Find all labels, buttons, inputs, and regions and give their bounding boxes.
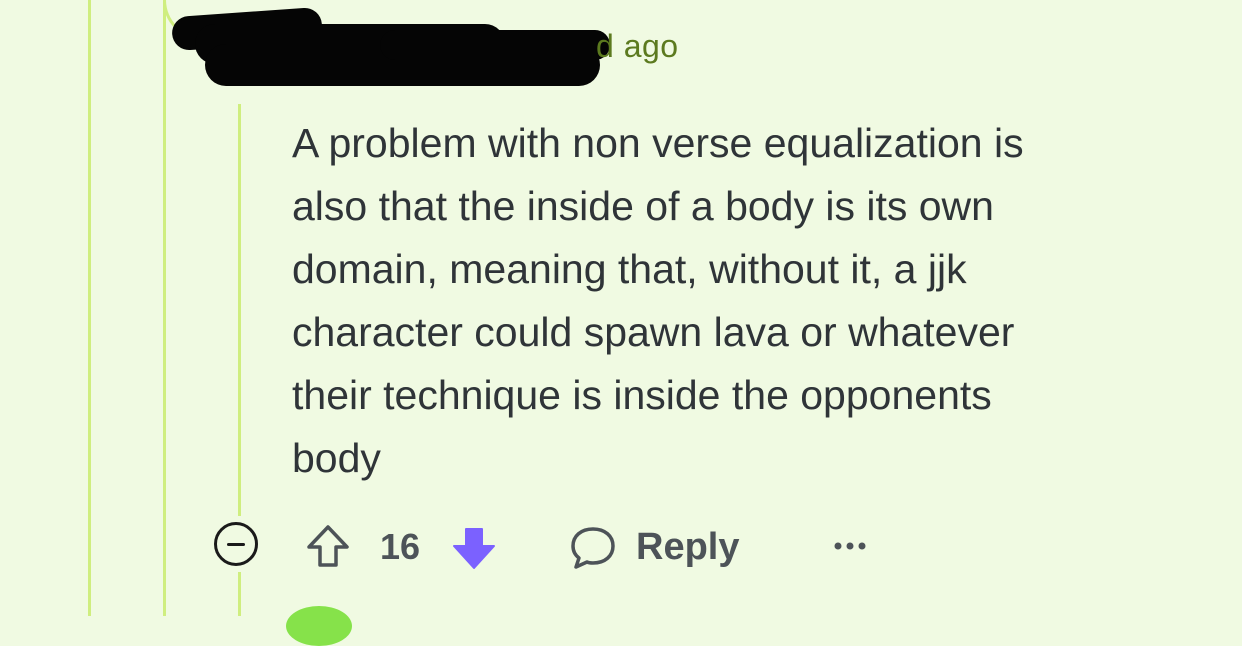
- thread-line-outer[interactable]: [88, 0, 91, 616]
- more-dots-icon[interactable]: [830, 534, 870, 558]
- vote-count: 16: [380, 526, 421, 567]
- comment-body-text: A problem with non verse equalization is…: [292, 120, 1024, 481]
- collapse-minus-icon[interactable]: [214, 522, 258, 566]
- reply-button[interactable]: Reply: [568, 520, 739, 574]
- downvote-arrow-icon[interactable]: [450, 524, 498, 572]
- redaction-mark: [380, 30, 610, 60]
- comment-timestamp: d ago: [596, 28, 679, 64]
- next-comment-avatar[interactable]: [286, 606, 352, 646]
- comment-action-bar: 16 Reply: [214, 520, 914, 574]
- thread-line-parent[interactable]: [163, 0, 166, 616]
- upvote-arrow-icon[interactable]: [304, 522, 352, 570]
- thread-line-comment[interactable]: [238, 104, 241, 516]
- speech-bubble-icon: [571, 527, 615, 569]
- reply-label: Reply: [636, 525, 740, 568]
- thread-line-comment-continued[interactable]: [238, 572, 241, 616]
